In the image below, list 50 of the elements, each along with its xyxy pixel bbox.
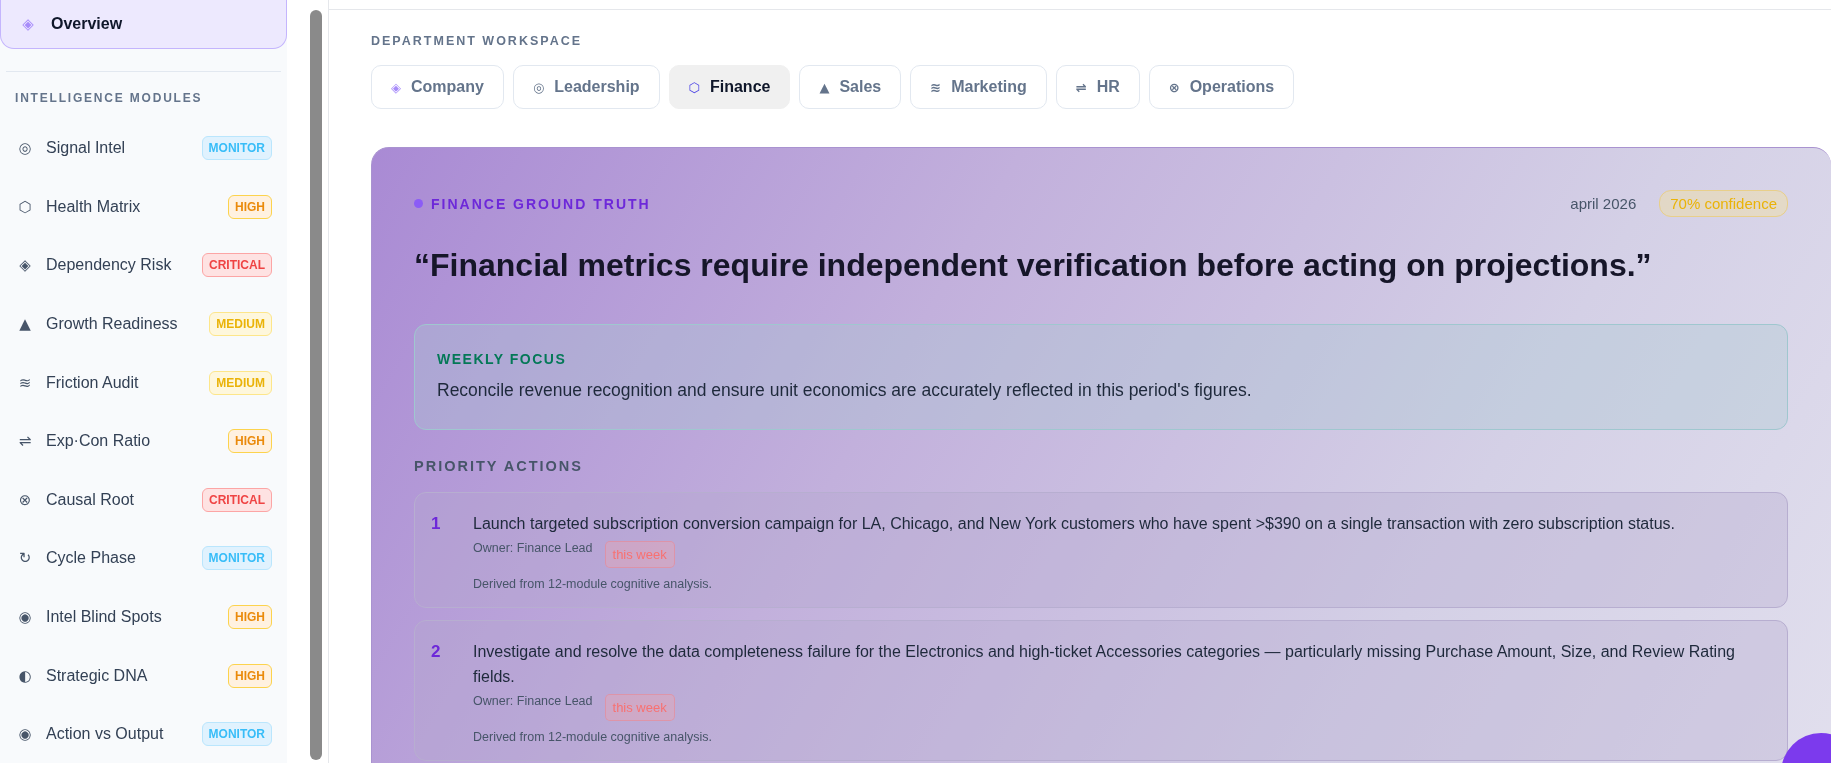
- severity-badge: MEDIUM: [209, 312, 272, 337]
- severity-badge: HIGH: [228, 663, 272, 688]
- focus-title: WEEKLY FOCUS: [437, 351, 568, 367]
- severity-badge: HIGH: [228, 429, 272, 454]
- module-nav-item[interactable]: ↻ Cycle Phase MONITOR: [0, 529, 287, 588]
- severity-badge: CRITICAL: [202, 253, 272, 278]
- module-nav-item[interactable]: ◈ Dependency Risk CRITICAL: [0, 236, 287, 295]
- module-nav-item[interactable]: ▲ Growth Readiness MEDIUM: [0, 294, 287, 354]
- module-nav-item[interactable]: ≋ Friction Audit MEDIUM: [0, 353, 287, 412]
- confidence-badge: 70% confidence: [1659, 190, 1788, 217]
- note-text: Derived from 12-module cognitive analysis.: [473, 576, 713, 591]
- department-tab[interactable]: ≋ Marketing: [910, 65, 1047, 109]
- section-heading: INTELLIGENCE MODULES: [14, 90, 204, 107]
- department-tab[interactable]: ◎ Leadership: [512, 65, 660, 109]
- action-number: 1: [431, 513, 442, 535]
- scrollbar-thumb[interactable]: [310, 10, 322, 760]
- severity-badge: MONITOR: [201, 722, 272, 747]
- section-heading: DEPARTMENT WORKSPACE: [371, 34, 584, 48]
- severity-badge: MONITOR: [201, 546, 272, 571]
- module-nav-item[interactable]: ◎ Signal Intel MONITOR: [0, 119, 287, 178]
- severity-badge: MONITOR: [201, 136, 272, 161]
- severity-badge: MEDIUM: [209, 370, 272, 395]
- quote-heading: “Financial metrics require independent verification before acting on projections.”: [414, 247, 1653, 284]
- overview-nav-item[interactable]: ◈ Overview: [0, 0, 287, 49]
- section-heading: PRIORITY ACTIONS: [414, 458, 584, 474]
- action-text: Launch targeted subscription conversion campaign for LA, Chicago, and New York customers who have spent >$390 on a single transaction with zero subscription status.: [473, 514, 1677, 534]
- module-nav-item[interactable]: ◐ Strategic DNA HIGH: [0, 646, 287, 705]
- owner-text: Owner: Finance Lead: [473, 693, 593, 708]
- module-nav-item[interactable]: ◉ Action vs Output MONITOR: [0, 704, 287, 763]
- module-nav-item[interactable]: ⬡ Health Matrix HIGH: [0, 177, 287, 237]
- timing-tag: this week: [604, 540, 675, 568]
- severity-badge: CRITICAL: [202, 487, 272, 512]
- department-tab[interactable]: ◈ Company: [371, 65, 504, 109]
- department-tab[interactable]: ⇌ HR: [1055, 65, 1140, 109]
- focus-text: Reconcile revenue recognition and ensure unit economics are accurately reflected in this period's figures.: [437, 380, 1253, 401]
- module-nav-item[interactable]: ⇌ Exp·Con Ratio HIGH: [0, 411, 287, 471]
- severity-badge: HIGH: [228, 194, 272, 219]
- card-label: FINANCE GROUND TRUTH: [414, 195, 1571, 212]
- department-tab[interactable]: ▲ Sales: [799, 65, 902, 109]
- note-text: Derived from 12-module cognitive analysis.: [473, 729, 713, 744]
- module-nav-item[interactable]: ⊗ Causal Root CRITICAL: [0, 470, 287, 530]
- department-tab[interactable]: ⊗ Operations: [1148, 65, 1295, 109]
- timing-tag: this week: [604, 693, 675, 721]
- department-tab[interactable]: ⬡ Finance: [668, 65, 791, 109]
- owner-text: Owner: Finance Lead: [473, 540, 593, 555]
- action-text: Investigate and resolve the data completeness failure for the Electronics and high-ticket Accessories categories — particularly missing Purchase Amount, Size, and Review Rating fields.: [473, 641, 1736, 688]
- date-text: april 2026: [1570, 195, 1637, 212]
- action-number: 2: [431, 640, 442, 663]
- severity-badge: HIGH: [228, 605, 272, 630]
- module-nav-item[interactable]: ◉ Intel Blind Spots HIGH: [0, 587, 287, 647]
